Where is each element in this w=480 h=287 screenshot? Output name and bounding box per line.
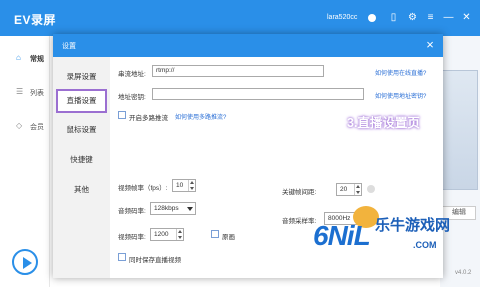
video-bitrate-stepper[interactable]: 1200	[150, 228, 184, 241]
diamond-icon: ◇	[16, 121, 23, 130]
user-name[interactable]: lara520cc	[327, 14, 357, 21]
sidebar-item-general[interactable]: ⌂ 常规	[0, 44, 50, 70]
chevron-down-icon	[187, 207, 193, 211]
multi-stream-label: 开启多路推流	[129, 115, 168, 122]
video-bitrate-label: 视频码率:	[118, 234, 146, 241]
phone-icon[interactable]: ▯	[388, 12, 399, 23]
sidebar-item-label: 列表	[30, 90, 44, 97]
window-close-icon[interactable]: ✕	[461, 12, 472, 23]
settings-nav: 录屏设置 直播设置 鼠标设置 快捷键 其他	[53, 57, 110, 278]
save-while-stream-checkbox[interactable]	[118, 253, 126, 261]
keyframe-label: 关键帧间距:	[282, 189, 317, 196]
app-title: EV录屏	[14, 13, 57, 27]
watermark-site-name: 乐牛游戏网	[375, 217, 451, 234]
spin-arrows-icon[interactable]	[176, 229, 183, 240]
nav-mouse-settings[interactable]: 鼠标设置	[56, 118, 107, 142]
play-button[interactable]	[12, 249, 38, 275]
sidebar-item-member[interactable]: ◇ 会员	[0, 112, 50, 138]
watermark-domain: .COM	[413, 240, 437, 250]
nav-other[interactable]: 其他	[56, 178, 107, 202]
stream-url-label: 串流地址:	[118, 71, 146, 78]
stream-url-help-link[interactable]: 如何使用在线直播?	[375, 68, 426, 77]
audio-bitrate-value: 128kbps	[154, 205, 179, 212]
video-bitrate-value: 1200	[154, 231, 169, 238]
app-titlebar: EV录屏 lara520cc ▯ ⚙ ≡ — ✕	[0, 0, 480, 36]
sidebar-item-list[interactable]: ☰ 列表	[0, 78, 50, 104]
multi-stream-help-link[interactable]: 如何使用多路推流?	[175, 112, 226, 121]
dialog-titlebar: 设置 ×	[53, 34, 443, 57]
home-icon: ⌂	[16, 53, 21, 62]
audio-bitrate-label: 音频码率:	[118, 208, 146, 215]
save-while-stream-label: 同时保存直播视频	[129, 257, 181, 264]
keyframe-stepper[interactable]: 20	[336, 183, 362, 196]
tutorial-caption: 3.直播设置页	[347, 116, 420, 130]
audio-bitrate-select[interactable]: 128kbps	[150, 202, 196, 215]
fps-value: 10	[176, 182, 184, 189]
settings-icon[interactable]: ⚙	[407, 12, 418, 23]
list-icon: ☰	[16, 87, 24, 96]
original-quality-label: 原画	[222, 234, 235, 241]
stream-key-label: 地址密钥:	[118, 94, 146, 101]
nav-live-settings[interactable]: 直播设置	[56, 89, 107, 113]
stream-url-input[interactable]: rtmp://	[152, 65, 324, 77]
info-icon[interactable]	[367, 185, 375, 193]
fps-label: 视频帧率（fps）:	[118, 185, 168, 192]
sidebar-item-label: 会员	[30, 124, 44, 131]
keyframe-value: 20	[340, 186, 348, 193]
recording-thumbnail[interactable]	[442, 70, 478, 190]
sidebar-item-label: 常规	[30, 56, 44, 63]
multi-stream-checkbox[interactable]	[118, 111, 126, 119]
sample-rate-label: 音频采样率:	[282, 218, 317, 225]
spin-arrows-icon[interactable]	[354, 184, 361, 195]
nav-hotkeys[interactable]: 快捷键	[56, 148, 107, 172]
status-icon	[368, 14, 376, 22]
dialog-title: 设置	[62, 43, 76, 50]
minimize-icon[interactable]: —	[443, 12, 454, 23]
watermark: 6NiL 乐牛游戏网 .COM	[313, 206, 480, 276]
original-quality-checkbox[interactable]	[211, 230, 219, 238]
nav-record-settings[interactable]: 录屏设置	[56, 65, 107, 89]
menu-icon[interactable]: ≡	[425, 12, 436, 23]
close-icon[interactable]: ×	[423, 37, 437, 53]
stream-key-input[interactable]	[152, 88, 364, 100]
fps-stepper[interactable]: 10	[172, 179, 196, 192]
watermark-logo: 6NiL	[313, 220, 371, 251]
spin-arrows-icon[interactable]	[188, 180, 195, 191]
stream-key-help-link[interactable]: 如何使用地址密钥?	[375, 91, 426, 100]
